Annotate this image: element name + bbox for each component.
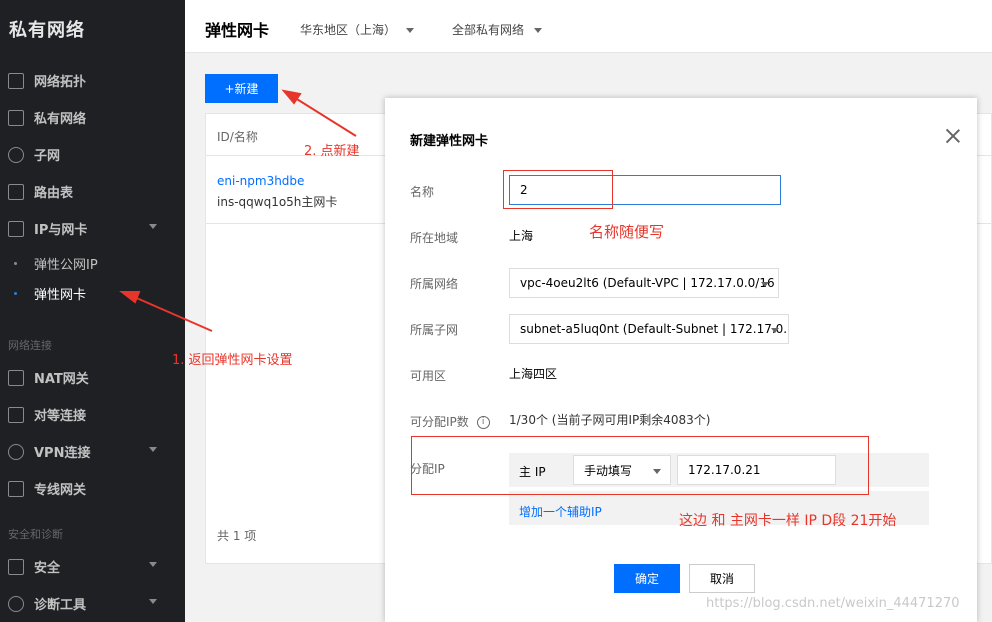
zone-value: 上海四区 [509, 367, 558, 381]
annotation-box-ip [411, 436, 869, 495]
watermark: https://blog.csdn.net/weixin_44471270 [706, 596, 960, 611]
region-label: 所在地域 [410, 231, 459, 245]
annotation-ip: 这边 和 主网卡一样 IP D段 21开始 [679, 513, 897, 529]
cancel-button[interactable]: 取消 [689, 564, 755, 593]
close-icon[interactable] [945, 128, 961, 144]
zone-label: 可用区 [410, 369, 447, 383]
annotation-arrowhead [281, 89, 302, 105]
annotation-box-name [503, 170, 613, 209]
ip-count-value: 1/30个 (当前子网可用IP剩余4083个) [509, 413, 711, 427]
name-label: 名称 [410, 185, 435, 199]
annotation-arrow-new [291, 95, 357, 137]
ip-count-label-text: 可分配IP数 [410, 415, 469, 429]
vpc-select-value: vpc-4oeu2lt6 (Default-VPC | 172.17.0.0/1… [520, 276, 775, 290]
subnet-label: 所属子网 [410, 323, 459, 337]
add-secondary-ip-link[interactable]: 增加一个辅助IP [519, 503, 602, 520]
annotation-arrow-eni [131, 295, 213, 332]
subnet-select[interactable]: subnet-a5luq0nt (Default-Subnet | 172.17… [509, 314, 789, 344]
subnet-select-value: subnet-a5luq0nt (Default-Subnet | 172.17… [520, 322, 789, 336]
vpc-label: 所属网络 [410, 277, 459, 291]
region-value: 上海 [509, 229, 534, 243]
create-eni-dialog: 新建弹性网卡 名称 2 名称随便写 所在地域 上海 所属网络 vpc-4oeu2… [385, 98, 977, 622]
vpc-select[interactable]: vpc-4oeu2lt6 (Default-VPC | 172.17.0.0/1… [509, 268, 779, 298]
info-icon[interactable]: i [476, 416, 490, 429]
annotation-name: 名称随便写 [589, 223, 665, 241]
confirm-button[interactable]: 确定 [614, 564, 680, 593]
annotation-click-new: 2. 点新建 [304, 144, 360, 159]
chevron-down-icon [771, 328, 779, 333]
annotation-arrowhead [119, 291, 141, 304]
annotation-return-eni: 1. 返回弹性网卡设置 [172, 353, 293, 368]
chevron-down-icon [761, 282, 769, 287]
dialog-title: 新建弹性网卡 [410, 134, 489, 149]
ip-count-label: 可分配IP数 i [410, 413, 490, 430]
